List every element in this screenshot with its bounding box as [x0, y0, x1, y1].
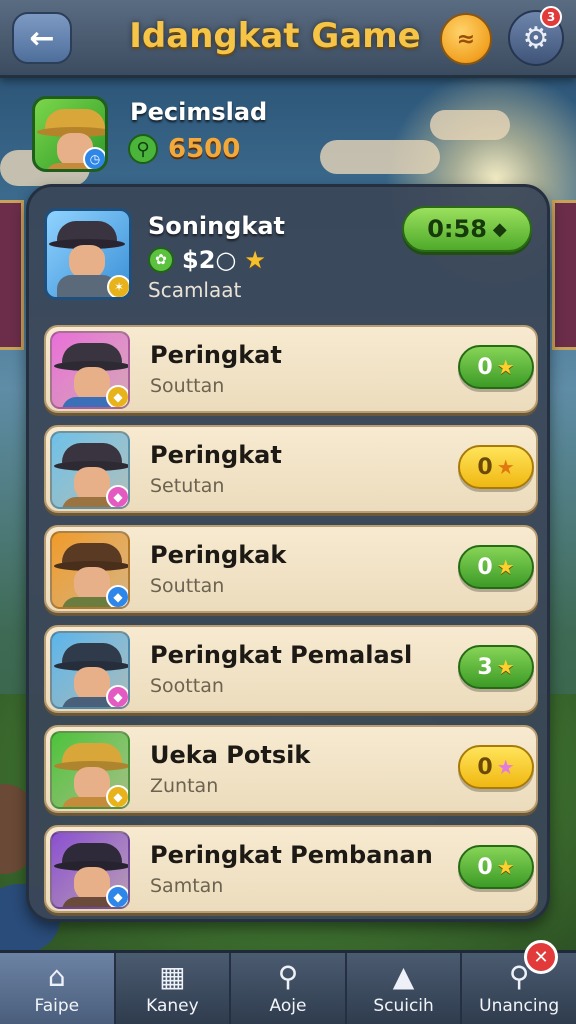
page-title: Idangkat Game: [129, 16, 421, 56]
rank-value: 3: [477, 654, 493, 680]
coins-icon: ≈: [456, 26, 476, 52]
row-title: Peringkat Pembanan: [150, 841, 433, 869]
featured-subtitle: Scamlaat: [148, 278, 242, 302]
star-icon: ★: [496, 455, 515, 479]
gem-badge-icon: ◆: [106, 885, 128, 907]
rank-value-pill[interactable]: 0 ★: [458, 845, 534, 889]
rank-row[interactable]: ◆ Peringkak Souttan 0 ★: [44, 525, 538, 613]
rank-row[interactable]: ◆ Peringkat Pembanan Samtan 0 ★: [44, 825, 538, 913]
nav-label: Aoje: [269, 995, 307, 1016]
face: [74, 367, 110, 401]
star-icon: ★: [244, 246, 266, 274]
timer-button[interactable]: 0:58 ◆: [402, 206, 532, 252]
rank-value: 0: [477, 354, 493, 380]
nav-label: Faipe: [34, 995, 80, 1016]
search-coin-icon: ⚲: [128, 134, 158, 164]
rank-value-pill[interactable]: 3 ★: [458, 645, 534, 689]
row-title: Ueka Potsik: [150, 741, 311, 769]
face: [69, 245, 105, 279]
cloud: [320, 140, 440, 174]
row-avatar: ◆: [50, 531, 130, 609]
row-title: Peringkat: [150, 341, 282, 369]
gem-badge-icon: ◆: [106, 585, 128, 607]
face: [74, 867, 110, 901]
featured-reward: ✿ $2○ ★: [148, 246, 266, 274]
rank-value: 0: [477, 454, 493, 480]
clock-badge-icon: ◷: [83, 147, 105, 169]
row-avatar: ◆: [50, 831, 130, 909]
rank-row[interactable]: ◆ Peringkat Setutan 0 ★: [44, 425, 538, 513]
rank-value-pill[interactable]: 0 ★: [458, 345, 534, 389]
face: [74, 767, 110, 801]
player-avatar[interactable]: ◷: [32, 96, 108, 172]
leaf-icon: ✿: [148, 247, 174, 273]
star-icon: ★: [496, 855, 515, 879]
featured-avatar[interactable]: ✶: [44, 208, 132, 300]
close-icon[interactable]: ✕: [524, 940, 558, 974]
row-avatar: ◆: [50, 331, 130, 409]
rank-row[interactable]: ◆ Peringkat Pemalasl Soottan 3 ★: [44, 625, 538, 713]
rank-value: 0: [477, 754, 493, 780]
row-subtitle: Zuntan: [150, 775, 219, 797]
row-title: Peringkak: [150, 541, 287, 569]
rank-value-pill[interactable]: 0 ★: [458, 745, 534, 789]
star-icon: ★: [496, 655, 515, 679]
row-title: Peringkat: [150, 441, 282, 469]
row-avatar: ◆: [50, 731, 130, 809]
row-subtitle: Soottan: [150, 675, 224, 697]
timer-value: 0:58: [427, 215, 487, 243]
featured-amount: $2○: [182, 246, 237, 274]
rank-value-pill[interactable]: 0 ★: [458, 445, 534, 489]
nav-label: Unancing: [479, 995, 560, 1016]
nav-label: Kaney: [146, 995, 199, 1016]
banner-left: [0, 200, 24, 350]
face: [74, 467, 110, 501]
row-avatar: ◆: [50, 431, 130, 509]
diamond-icon: ◆: [492, 218, 507, 240]
face: [74, 667, 110, 701]
nav-item-map[interactable]: ▦ Kaney: [116, 953, 232, 1024]
row-avatar: ◆: [50, 631, 130, 709]
search-icon: ⚲: [277, 959, 299, 993]
star-icon: ★: [496, 755, 515, 779]
row-subtitle: Souttan: [150, 375, 225, 397]
player-score-row: ⚲ 6500: [128, 134, 240, 164]
megaphone-icon: ▲: [392, 959, 415, 993]
coin-button[interactable]: ≈: [440, 13, 492, 65]
row-subtitle: Setutan: [150, 475, 225, 497]
bottom-nav: ⌂ Faipe ▦ Kaney ⚲ Aoje ▲ Scuicih ⚲ Unanc…: [0, 950, 576, 1024]
back-button[interactable]: ←: [12, 12, 72, 64]
cloud: [430, 110, 510, 140]
gem-badge-icon: ◆: [106, 485, 128, 507]
banner-right: [552, 200, 576, 350]
coin-badge-icon: ✶: [107, 275, 129, 297]
home-icon: ⌂: [47, 959, 66, 993]
player-score: 6500: [168, 134, 241, 164]
player-name: Pecimslad: [130, 98, 268, 126]
arrow-left-icon: ←: [29, 20, 55, 56]
rank-value: 0: [477, 854, 493, 880]
gem-badge-icon: ◆: [106, 685, 128, 707]
nav-item-home[interactable]: ⌂ Faipe: [0, 953, 116, 1024]
nav-item-explore[interactable]: ⚲ Unancing: [462, 953, 576, 1024]
face: [74, 567, 110, 601]
rank-row[interactable]: ◆ Ueka Potsik Zuntan 0 ★: [44, 725, 538, 813]
rank-row[interactable]: ◆ Peringkat Souttan 0 ★: [44, 325, 538, 413]
star-icon: ★: [496, 355, 515, 379]
gem-badge-icon: ◆: [106, 785, 128, 807]
row-subtitle: Samtan: [150, 875, 224, 897]
rank-value: 0: [477, 554, 493, 580]
nav-item-announce[interactable]: ▲ Scuicih: [347, 953, 463, 1024]
row-title: Peringkat Pemalasl: [150, 641, 413, 669]
featured-name: Soningkat: [148, 212, 285, 240]
rank-value-pill[interactable]: 0 ★: [458, 545, 534, 589]
nav-label: Scuicih: [373, 995, 434, 1016]
map-icon: ▦: [159, 959, 186, 993]
notification-badge: 3: [540, 6, 562, 28]
nav-item-search[interactable]: ⚲ Aoje: [231, 953, 347, 1024]
gem-badge-icon: ◆: [106, 385, 128, 407]
row-subtitle: Souttan: [150, 575, 225, 597]
star-icon: ★: [496, 555, 515, 579]
